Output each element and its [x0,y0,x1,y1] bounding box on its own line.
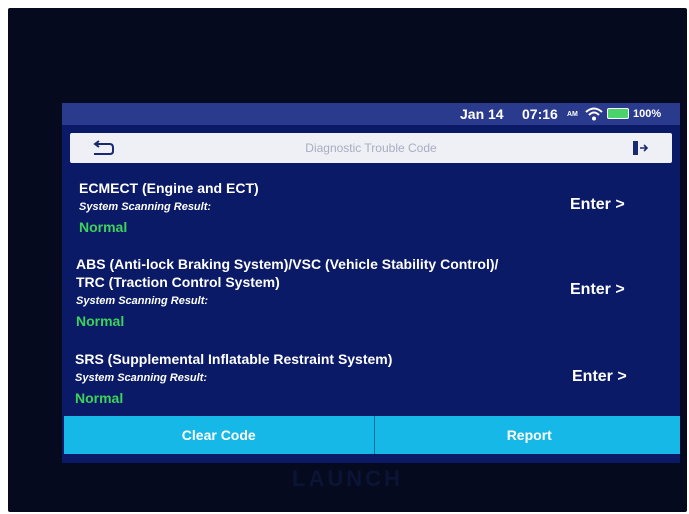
scan-result-label: System Scanning Result: [79,201,212,213]
battery-icon [607,108,629,119]
scan-result-value: Normal [75,390,124,406]
system-name: ECMECT (Engine and ECT) [79,180,259,196]
device-brand-logo: LAUNCH [292,466,403,491]
title-bar: Diagnostic Trouble Code [70,133,672,163]
scan-result-label: System Scanning Result: [76,295,209,307]
system-item-srs: SRS (Supplemental Inflatable Restraint S… [75,350,635,407]
wifi-icon [585,107,603,121]
status-date: Jan 14 [460,106,504,122]
scan-result-value: Normal [76,313,125,329]
report-button[interactable]: Report [374,416,680,454]
bottom-button-bar: Clear Code Report [64,416,680,454]
scan-result-value: Normal [79,219,128,235]
system-name-line-2: TRC (Traction Control System) [76,274,280,290]
enter-button-srs[interactable]: Enter > [572,368,627,386]
system-item-abs-vsc-trc: ABS (Anti-lock Braking System)/VSC (Vehi… [76,255,636,330]
page-title: Diagnostic Trouble Code [305,141,437,155]
status-ampm: AM [567,111,578,118]
battery-level: 100% [633,108,662,120]
exit-icon[interactable] [630,139,650,157]
clear-code-button[interactable]: Clear Code [64,416,375,454]
enter-button-abs-vsc-trc[interactable]: Enter > [570,281,625,299]
enter-button-ecmect[interactable]: Enter > [570,196,625,214]
device-frame: Jan 14 07:16 AM 100% Diagnostic Trouble … [8,8,687,512]
status-bar: Jan 14 07:16 AM 100% [62,103,680,125]
system-item-ecmect: ECMECT (Engine and ECT) System Scanning … [79,179,639,236]
scan-result-label: System Scanning Result: [75,372,208,384]
system-name-line-1: ABS (Anti-lock Braking System)/VSC (Vehi… [76,256,499,272]
status-time: 07:16 [522,106,558,122]
device-screen: Jan 14 07:16 AM 100% Diagnostic Trouble … [62,103,680,463]
system-name: SRS (Supplemental Inflatable Restraint S… [75,351,393,367]
